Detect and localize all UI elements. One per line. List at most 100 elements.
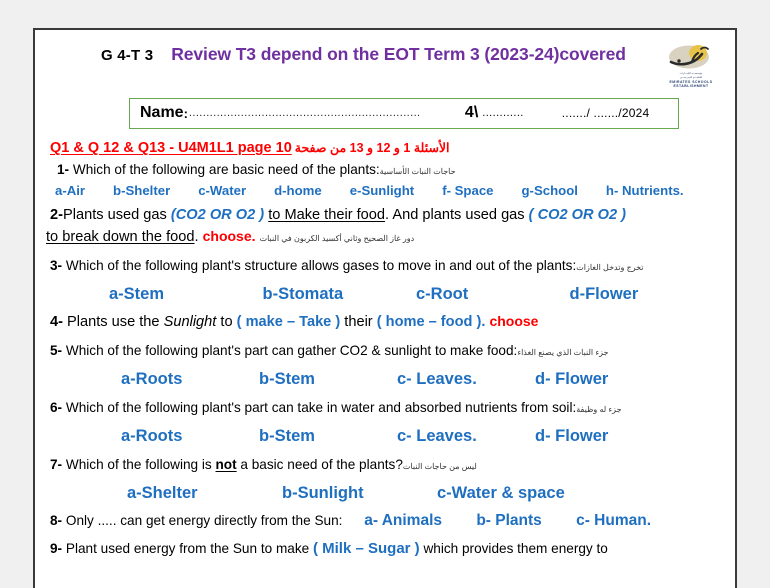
option-1d[interactable]: d-home bbox=[274, 183, 322, 198]
worksheet-header: G 4-T 3 Review T3 depend on the EOT Term… bbox=[43, 30, 723, 89]
question-7-text-b: a basic need of the plants? bbox=[240, 457, 403, 472]
reference-heading-arabic: الأسئلة 1 و 12 و 13 من صفحة bbox=[295, 141, 450, 155]
option-8c[interactable]: c- Human. bbox=[576, 512, 651, 529]
name-colon: : bbox=[184, 106, 188, 121]
question-1-options: a-Air b-Shelter c-Water d-home e-Sunligh… bbox=[55, 183, 723, 198]
student-info-box: Name: ..................................… bbox=[129, 98, 679, 129]
option-3c[interactable]: c-Root bbox=[416, 285, 570, 304]
question-2-instruction: choose. bbox=[203, 228, 256, 244]
question-9-choice[interactable]: ( Milk – Sugar ) bbox=[313, 540, 420, 557]
question-2-text-b: to Make their food bbox=[268, 207, 385, 223]
question-7-options: a-Shelter b-Sunlight c-Water & space bbox=[43, 484, 723, 503]
question-8: 8- Only ..... can get energy directly fr… bbox=[43, 511, 723, 530]
question-9-text-b: which provides them energy to bbox=[423, 541, 607, 556]
question-4-choice-2[interactable]: ( home – food ). bbox=[377, 314, 486, 330]
question-2-choice-1[interactable]: (CO2 OR O2 ) bbox=[171, 207, 264, 223]
question-2-line-1: 2-Plants used gas (CO2 OR O2 ) to Make t… bbox=[43, 206, 723, 224]
question-7-number: 7- bbox=[50, 457, 62, 472]
question-1-text: Which of the following are basic need of… bbox=[73, 162, 380, 177]
question-4-instruction: choose bbox=[489, 313, 538, 329]
question-2-text-a: Plants used gas bbox=[63, 207, 167, 223]
grade-code: G 4-T 3 bbox=[101, 47, 153, 64]
option-6b[interactable]: b-Stem bbox=[259, 427, 397, 446]
worksheet-content: G 4-T 3 Review T3 depend on the EOT Term… bbox=[35, 30, 735, 559]
option-1g[interactable]: g-School bbox=[522, 183, 578, 198]
option-5b[interactable]: b-Stem bbox=[259, 370, 397, 389]
option-5c[interactable]: c- Leaves. bbox=[397, 370, 535, 389]
grade-value: 4\ bbox=[465, 104, 478, 122]
school-logo: مؤسســـة الإمـــارات للتعليـــم المدرســ… bbox=[665, 42, 717, 89]
option-1h[interactable]: h- Nutrients. bbox=[606, 183, 684, 198]
question-7-negation: not bbox=[215, 457, 236, 472]
name-input-line[interactable]: ........................................… bbox=[189, 107, 421, 119]
option-5d[interactable]: d- Flower bbox=[535, 370, 673, 389]
reference-heading-english: Q1 & Q 12 & Q13 - U4M1L1 page 10 bbox=[50, 140, 292, 156]
option-1a[interactable]: a-Air bbox=[55, 183, 85, 198]
question-7-text-a: Which of the following is bbox=[66, 457, 212, 472]
name-label: Name bbox=[140, 104, 184, 122]
option-1b[interactable]: b-Shelter bbox=[113, 183, 170, 198]
option-1e[interactable]: e-Sunlight bbox=[350, 183, 414, 198]
question-3: 3- Which of the following plant's struct… bbox=[43, 258, 723, 275]
option-7a[interactable]: a-Shelter bbox=[127, 484, 282, 503]
question-2-text-d: to break down the food bbox=[46, 229, 194, 245]
question-6: 6- Which of the following plant's part c… bbox=[43, 400, 723, 417]
logo-english-line-2: ESTABLISHMENT bbox=[665, 84, 717, 89]
question-4-text-b: to bbox=[220, 314, 232, 330]
page-title: Review T3 depend on the EOT Term 3 (2023… bbox=[171, 44, 626, 65]
logo-calligraphy-icon bbox=[665, 42, 717, 72]
question-7-arabic: ليس من حاجات النبات bbox=[403, 462, 477, 471]
class-input-line[interactable]: ............ bbox=[482, 107, 523, 119]
question-3-number: 3- bbox=[50, 258, 62, 273]
question-4-text-c: their bbox=[344, 314, 372, 330]
question-6-arabic: جزء له وظيفة bbox=[576, 405, 621, 414]
question-2-line-2: to break down the food. choose. دور غاز … bbox=[43, 228, 723, 246]
question-2-period: . bbox=[194, 229, 198, 245]
question-9: 9- Plant used energy from the Sun to mak… bbox=[43, 540, 723, 559]
option-5a[interactable]: a-Roots bbox=[121, 370, 259, 389]
option-8b[interactable]: b- Plants bbox=[476, 512, 541, 529]
option-6a[interactable]: a-Roots bbox=[121, 427, 259, 446]
option-3b[interactable]: b-Stomata bbox=[263, 285, 417, 304]
question-5: 5- Which of the following plant's part c… bbox=[43, 343, 723, 360]
option-6c[interactable]: c- Leaves. bbox=[397, 427, 535, 446]
question-7: 7- Which of the following is not a basic… bbox=[43, 457, 723, 474]
worksheet-page: G 4-T 3 Review T3 depend on the EOT Term… bbox=[33, 28, 737, 588]
option-8a[interactable]: a- Animals bbox=[364, 512, 442, 529]
question-5-number: 5- bbox=[50, 343, 62, 358]
question-8-options: a- Animals b- Plants c- Human. bbox=[364, 512, 681, 529]
option-1c[interactable]: c-Water bbox=[198, 183, 246, 198]
question-2-choice-2[interactable]: ( CO2 OR O2 ) bbox=[529, 207, 626, 223]
question-6-number: 6- bbox=[50, 400, 62, 415]
question-4-text-a: Plants use the bbox=[67, 314, 160, 330]
question-8-text: Only ..... can get energy directly from … bbox=[66, 513, 343, 528]
option-1f[interactable]: f- Space bbox=[442, 183, 493, 198]
option-7b[interactable]: b-Sunlight bbox=[282, 484, 437, 503]
question-4: 4- Plants use the Sunlight to ( make – T… bbox=[43, 313, 723, 331]
question-8-number: 8- bbox=[50, 513, 62, 528]
question-1: 1- Which of the following are basic need… bbox=[43, 162, 723, 179]
question-2-arabic: دور غاز الصحيح وثاني أكسيد الكربون في ال… bbox=[260, 234, 415, 243]
question-3-options: a-Stem b-Stomata c-Root d-Flower bbox=[43, 285, 723, 304]
question-1-number: 1- bbox=[57, 162, 69, 177]
question-6-text: Which of the following plant's part can … bbox=[66, 400, 576, 415]
question-5-text: Which of the following plant's part can … bbox=[66, 343, 517, 358]
question-4-keyword: Sunlight bbox=[164, 314, 217, 330]
date-input-line[interactable]: ......./ ......./2024 bbox=[562, 106, 650, 120]
option-3d[interactable]: d-Flower bbox=[570, 285, 724, 304]
question-2-text-c: . And plants used gas bbox=[385, 207, 525, 223]
reference-heading: Q1 & Q 12 & Q13 - U4M1L1 page 10الأسئلة … bbox=[50, 140, 723, 156]
question-4-choice-1[interactable]: ( make – Take ) bbox=[237, 314, 341, 330]
question-3-arabic: تخرج وتدخل الغازات bbox=[576, 263, 643, 272]
option-6d[interactable]: d- Flower bbox=[535, 427, 673, 446]
option-7c[interactable]: c-Water & space bbox=[437, 484, 592, 503]
question-6-options: a-Roots b-Stem c- Leaves. d- Flower bbox=[43, 427, 723, 446]
question-5-arabic: جزء النبات الذي يصنع الغذاء bbox=[517, 348, 608, 357]
question-9-number: 9- bbox=[50, 541, 62, 556]
question-1-arabic: حاجات النبات الأساسية bbox=[380, 167, 456, 176]
question-2-number: 2- bbox=[50, 207, 63, 223]
option-3a[interactable]: a-Stem bbox=[109, 285, 263, 304]
question-4-number: 4- bbox=[50, 314, 63, 330]
question-9-text-a: Plant used energy from the Sun to make bbox=[66, 541, 309, 556]
question-3-text: Which of the following plant's structure… bbox=[66, 258, 576, 273]
